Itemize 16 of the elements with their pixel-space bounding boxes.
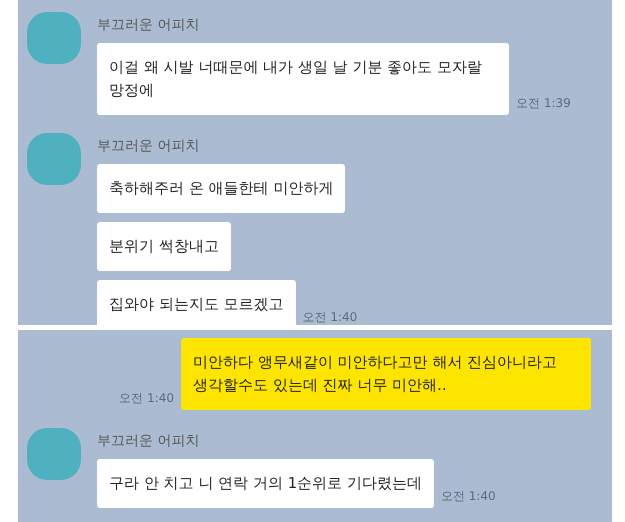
message-time: 오전 1:40 (119, 390, 174, 407)
message-time: 오전 1:40 (440, 488, 496, 505)
message-bubble: 구라 안 치고 니 연락 거의 1순위로 기다렸는데 (97, 459, 434, 508)
sender-name: 부끄러운 어피치 (97, 137, 200, 155)
message-bubble: 이걸 왜 시발 너때문에 내가 생일 날 기분 좋아도 모자랄 망정에 (97, 43, 509, 115)
profile-avatar (27, 12, 81, 64)
profile-avatar (27, 133, 81, 185)
message-bubble: 집와야 되는지도 모르겠고 (97, 280, 296, 325)
message-bubble: 분위기 썩창내고 (97, 222, 231, 271)
sender-name: 부끄러운 어피치 (97, 16, 200, 34)
profile-avatar (27, 428, 81, 480)
message-time: 오전 1:39 (516, 95, 571, 112)
sender-name: 부끄러운 어피치 (97, 432, 200, 450)
message-bubble: 미안하다 앵무새같이 미안하다고만 해서 진심아니라고 생각할수도 있는데 진짜 너무 미안해.. (181, 338, 591, 410)
message-time: 오전 1:40 (302, 309, 358, 325)
message-bubble: 축하해주러 온 애들한테 미안하게 (97, 164, 346, 213)
